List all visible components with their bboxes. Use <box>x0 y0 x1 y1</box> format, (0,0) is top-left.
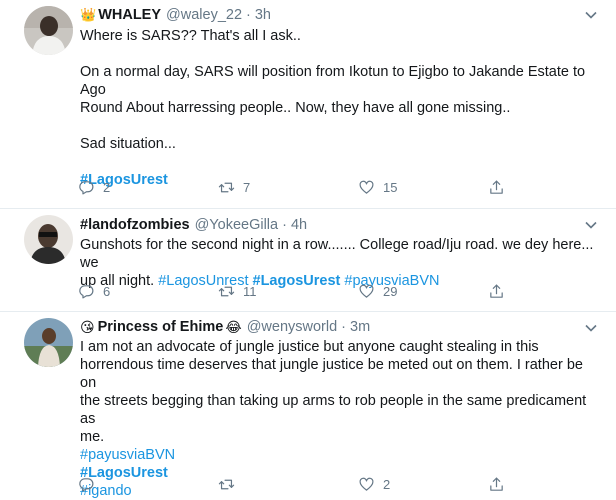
retweet-button[interactable] <box>218 476 243 493</box>
like-count: 29 <box>383 284 398 299</box>
share-icon <box>490 180 503 194</box>
like-count: 15 <box>383 180 398 195</box>
tweet-header: 😘 Princess of Ehime 😂 @wenysworld · 3m <box>80 317 370 337</box>
display-name[interactable]: WHALEY <box>98 7 161 23</box>
tweet-actions: 6 11 29 <box>78 283 518 303</box>
like-icon <box>359 284 374 298</box>
share-button[interactable] <box>488 179 505 196</box>
share-icon <box>490 477 503 491</box>
retweet-button[interactable]: 7 <box>218 179 250 196</box>
tweet-actions: 2 <box>78 476 518 496</box>
reply-count: 2 <box>103 180 111 195</box>
reply-button[interactable]: 2 <box>78 179 110 196</box>
display-name[interactable]: #landofzombies <box>80 217 190 233</box>
timestamp[interactable]: 3h <box>255 7 271 23</box>
tweet-line: horrendous time deserves that jungle jus… <box>80 357 583 391</box>
kiss-emoji: 😘 <box>80 318 95 335</box>
tweet-actions: 2 7 15 <box>78 179 518 199</box>
user-handle[interactable]: @YokeeGilla <box>195 217 279 233</box>
tweet-landofzombies[interactable]: #landofzombies @YokeeGilla · 4h Gunshots… <box>0 209 616 312</box>
tweet-text: Where is SARS?? That's all I ask.. On a … <box>80 27 600 189</box>
user-handle[interactable]: @waley_22 <box>166 7 242 23</box>
retweet-button[interactable]: 11 <box>218 283 257 300</box>
timestamp[interactable]: 4h <box>291 217 307 233</box>
hashtag-link[interactable]: #payusviaBVN <box>80 447 175 463</box>
tweet-line: Where is SARS?? That's all I ask.. <box>80 28 301 44</box>
reply-button[interactable] <box>78 476 103 493</box>
tweet-header: 👑 WHALEY @waley_22 · 3h <box>80 5 271 25</box>
caret-down-icon[interactable] <box>584 218 598 232</box>
reply-icon <box>79 181 94 195</box>
like-icon <box>359 180 374 194</box>
share-button[interactable] <box>488 476 505 493</box>
tweet-line: me. <box>80 429 105 445</box>
user-handle[interactable]: @wenysworld <box>247 319 337 335</box>
tweet-line: the streets begging than taking up arms … <box>80 393 587 427</box>
reply-icon <box>79 478 94 492</box>
display-name[interactable]: Princess of Ehime <box>98 319 224 335</box>
share-button[interactable] <box>488 283 505 300</box>
retweet-icon <box>218 479 235 490</box>
separator-dot: · <box>246 7 251 23</box>
like-button[interactable]: 15 <box>358 179 397 196</box>
reply-button[interactable]: 6 <box>78 283 110 300</box>
retweet-count: 11 <box>243 284 257 299</box>
caret-down-icon[interactable] <box>584 321 598 335</box>
reply-count: 6 <box>103 284 111 299</box>
retweet-icon <box>218 182 235 193</box>
like-button[interactable]: 2 <box>358 476 390 493</box>
avatar[interactable] <box>24 6 73 55</box>
tweet-line: I am not an advocate of jungle justice b… <box>80 339 539 355</box>
avatar[interactable] <box>24 215 73 264</box>
like-button[interactable]: 29 <box>358 283 397 300</box>
tweet-line: On a normal day, SARS will position from… <box>80 64 586 98</box>
tweet-princess-of-ehime[interactable]: 😘 Princess of Ehime 😂 @wenysworld · 3m I… <box>0 312 616 499</box>
timestamp[interactable]: 3m <box>350 319 370 335</box>
retweet-icon <box>218 286 235 297</box>
separator-dot: · <box>282 217 287 233</box>
tweet-text: Gunshots for the second night in a row..… <box>80 236 600 290</box>
crown-emoji: 👑 <box>80 7 97 22</box>
laughing-emoji: 😂 <box>225 318 242 335</box>
caret-down-icon[interactable] <box>584 8 598 22</box>
tweet-header: #landofzombies @YokeeGilla · 4h <box>80 215 307 235</box>
tweet-line: Sad situation... <box>80 136 176 152</box>
separator-dot: · <box>341 319 347 335</box>
tweet-line: Round About harressing people.. Now, the… <box>80 100 511 116</box>
reply-icon <box>79 285 94 299</box>
avatar[interactable] <box>24 318 73 367</box>
share-icon <box>490 284 503 298</box>
like-icon <box>359 477 374 491</box>
tweet-whaley[interactable]: 👑 WHALEY @waley_22 · 3h Where is SARS?? … <box>0 0 616 209</box>
retweet-count: 7 <box>243 180 251 195</box>
tweet-line: Gunshots for the second night in a row..… <box>80 237 594 271</box>
like-count: 2 <box>383 477 391 492</box>
